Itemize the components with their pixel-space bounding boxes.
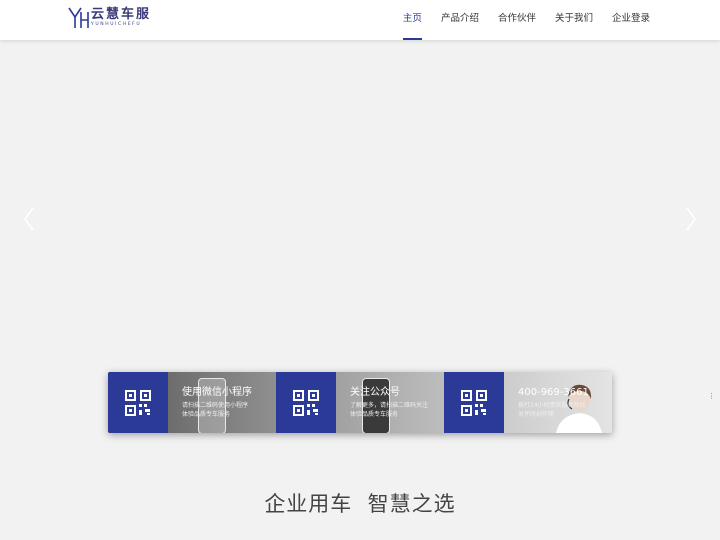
feature-strip: 使用微信小程序 请扫描二维码使用小程序 体验品质专车服务 关注公众号 了解更多，… (108, 372, 612, 433)
feature-desc-line2: 关怀时刻伴随 (518, 411, 555, 418)
qr-code-icon (444, 372, 504, 433)
nav-item-partners[interactable]: 合作伙伴 (498, 0, 536, 40)
feature-desc-line2: 体验品质专车服务 (350, 411, 399, 418)
qr-code-icon (108, 372, 168, 433)
qr-code-icon (276, 372, 336, 433)
feature-title: 关注公众号 (350, 387, 400, 398)
logo[interactable]: 云慧车服 YUNHUICHEFU (68, 6, 151, 32)
feature-title: 使用微信小程序 (182, 387, 252, 398)
nav-item-products[interactable]: 产品介绍 (441, 0, 479, 40)
feature-desc-line1: 拨打24小时贵宾服务热线 (518, 402, 586, 409)
feature-card-mini-program[interactable]: 使用微信小程序 请扫描二维码使用小程序 体验品质专车服务 (108, 372, 276, 433)
hotline-number: 400-969-3661 (518, 387, 589, 398)
feature-card-hotline[interactable]: 400-969-3661 拨打24小时贵宾服务热线 关怀时刻伴随 (444, 372, 612, 433)
feature-desc-line1: 请扫描二维码使用小程序 (182, 402, 249, 409)
site-header: 云慧车服 YUNHUICHEFU 主页 产品介绍 合作伙伴 关于我们 企业登录 (0, 0, 720, 40)
chevron-right-icon[interactable] (684, 205, 698, 233)
feature-desc-line2: 体验品质专车服务 (182, 411, 231, 418)
feature-card-official-account[interactable]: 关注公众号 了解更多，请扫描二维码关注 体验品质专车服务 (276, 372, 444, 433)
nav-item-enterprise-login[interactable]: 企业登录 (612, 0, 650, 40)
main-nav: 主页 产品介绍 合作伙伴 关于我们 企业登录 (384, 0, 650, 40)
logo-mark-icon (68, 6, 90, 30)
nav-item-home[interactable]: 主页 (402, 0, 422, 40)
brand-name: 云慧车服 (91, 7, 152, 22)
side-indicator[interactable]: ⋮ (708, 392, 715, 400)
slogan-heading: 企业用车 智慧之选 (264, 492, 456, 516)
chevron-left-icon[interactable] (22, 205, 36, 233)
feature-desc-line1: 了解更多，请扫描二维码关注 (350, 402, 429, 409)
brand-subtitle: YUNHUICHEFU (91, 22, 142, 27)
nav-item-about[interactable]: 关于我们 (555, 0, 593, 40)
